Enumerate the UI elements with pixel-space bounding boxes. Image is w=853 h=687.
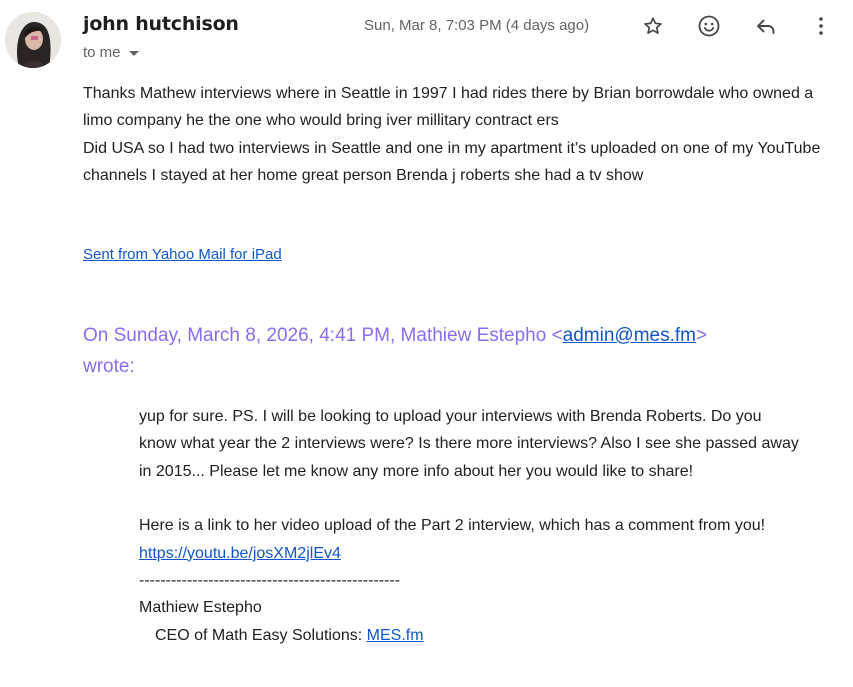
emoji-icon[interactable] [695,12,723,40]
mes-link[interactable]: MES.fm [367,627,424,644]
avatar[interactable] [5,12,61,68]
quoted-paragraph-1: yup for sure. PS. I will be looking to u… [139,408,799,480]
message-date: Sun, Mar 8, 7:03 PM (4 days ago) [364,17,590,34]
signature-title: CEO of Math Easy Solutions: MES.fm [139,622,799,649]
chevron-down-icon[interactable] [128,51,139,56]
message-body: Thanks Mathew interviews where in Seattl… [83,85,821,185]
quote-email-link[interactable]: admin@mes.fm [563,325,696,346]
quote-header: On Sunday, March 8, 2026, 4:41 PM, Mathi… [83,320,823,382]
quoted-message: yup for sure. PS. I will be looking to u… [139,403,799,649]
quote-wrote: wrote: [83,356,135,377]
signature-divider: ----------------------------------------… [139,572,401,590]
more-vert-icon[interactable] [807,12,835,40]
recipient-details[interactable]: to me [83,44,139,61]
video-link[interactable]: https://youtu.be/josXM2jlEv4 [139,545,341,562]
star-icon[interactable] [639,12,667,40]
quote-header-suffix: > [696,325,708,346]
sender-name: john hutchison [83,13,239,35]
reply-icon[interactable] [752,12,780,40]
quoted-paragraph-2: Here is a link to her video upload of th… [139,512,799,567]
quoted-paragraph-2-text: Here is a link to her video upload of th… [139,517,766,535]
signature-title-text: CEO of Math Easy Solutions: [155,626,363,644]
yahoo-mail-link[interactable]: Sent from Yahoo Mail for iPad [83,246,282,263]
quote-header-prefix: On Sunday, March 8, 2026, 4:41 PM, Mathi… [83,325,563,346]
recipient-label: to me [83,44,121,61]
signature-name: Mathiew Estepho [139,599,262,617]
